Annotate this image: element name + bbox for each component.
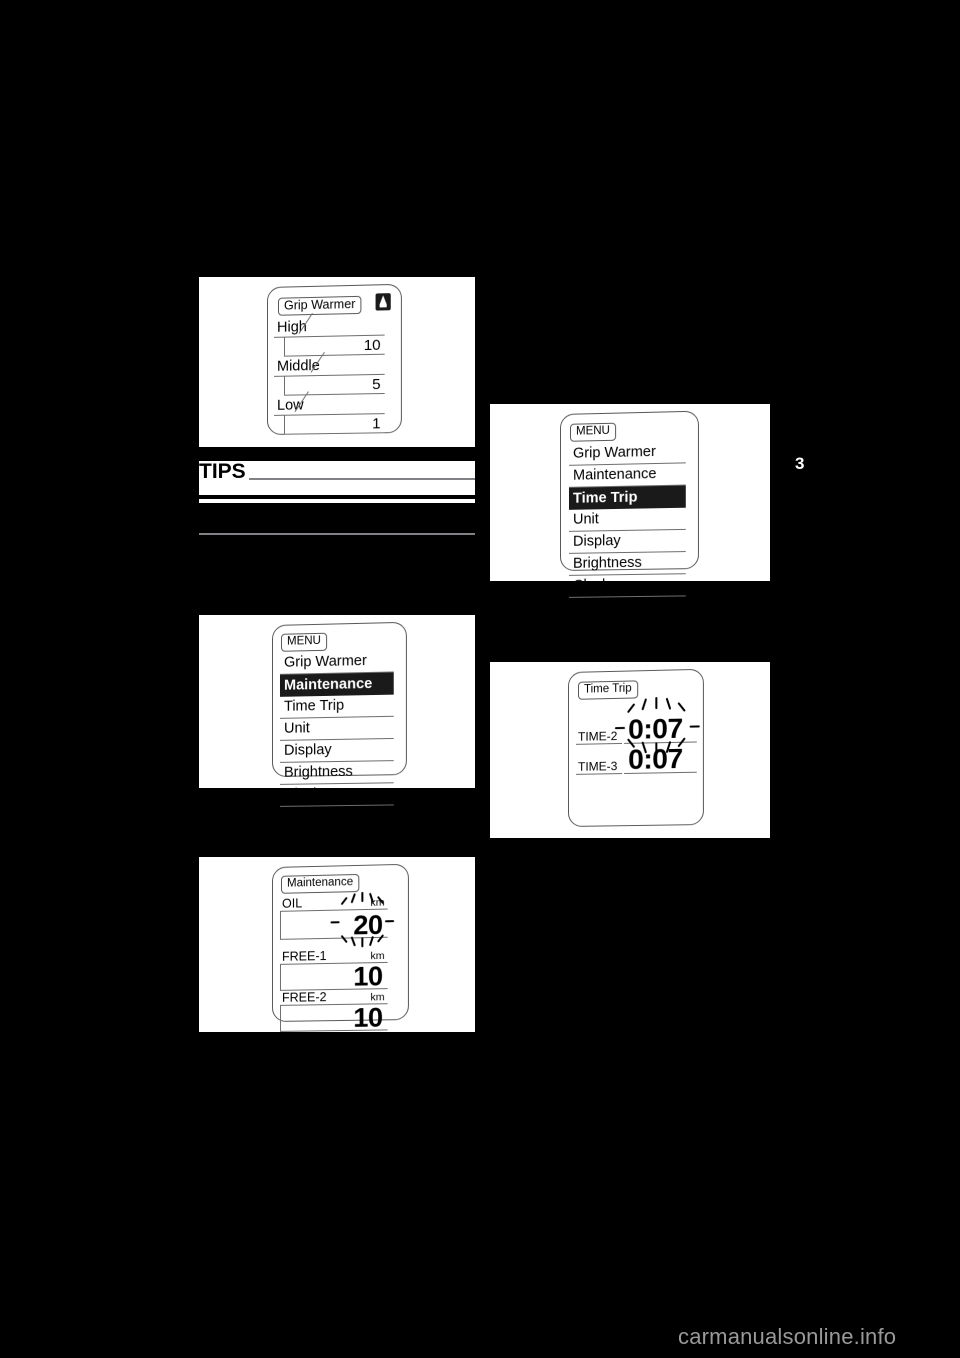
menu-item-label: Time Trip: [283, 697, 345, 715]
menu-item-label: Maintenance: [572, 465, 657, 484]
maintenance-row-free1-label: FREE-1: [281, 948, 327, 964]
grip-warmer-heat-icon: [375, 293, 391, 311]
maintenance-screen: Maintenance OIL km 20 FREE-1 km 10 FREE-…: [272, 863, 409, 1033]
tips-body-redaction: [199, 503, 475, 541]
figure-time-trip-plate: Time Trip TIME-2 0:07 TIME-3 0:07: [490, 662, 770, 838]
maintenance-row-oil-value: 20: [353, 909, 383, 941]
menu-item-time-trip[interactable]: Time Trip: [279, 694, 394, 719]
time-trip-row-time2-label: TIME-2: [577, 728, 618, 744]
maintenance-row-free2-value-box: 10: [279, 1002, 388, 1033]
grip-warmer-row-middle-value: 5: [372, 375, 381, 394]
menu-maintenance-title-chip: MENU: [280, 632, 327, 652]
menu-time-trip-title-chip: MENU: [569, 422, 616, 442]
time-trip-row-time3-value: 0:07: [628, 742, 683, 775]
grip-warmer-slash-high: [312, 313, 334, 330]
menu-item-label: Grip Warmer: [572, 443, 656, 462]
menu-item-clock[interactable]: Clock: [279, 783, 394, 807]
grip-warmer-row-high-value: 10: [363, 336, 381, 355]
menu-item-label: Grip Warmer: [283, 652, 367, 671]
tips-block: TIPS: [199, 461, 475, 553]
figure-menu-maintenance-plate: MENU Grip Warmer Maintenance Time Trip U…: [199, 615, 475, 807]
site-watermark: carmanualsonline.info: [678, 1324, 897, 1349]
maintenance-title-chip: Maintenance: [280, 873, 360, 894]
menu-item-label: Clock: [283, 786, 321, 803]
menu-item-maintenance[interactable]: Maintenance: [568, 463, 686, 488]
menu-item-label: Display: [572, 532, 621, 550]
grip-warmer-row-middle-value-box: 5: [283, 374, 385, 396]
menu-item-label: Maintenance: [283, 675, 373, 694]
maintenance-row-oil-value-box: 20: [279, 909, 388, 941]
menu-item-maintenance[interactable]: Maintenance: [279, 672, 394, 697]
figure-menu-time-trip-plate: MENU Grip Warmer Maintenance Time Trip U…: [490, 404, 770, 598]
menu-item-label: Time Trip: [572, 489, 638, 507]
menu-time-trip-list: Grip Warmer Maintenance Time Trip Unit D…: [568, 441, 686, 598]
menu-item-label: Clock: [572, 577, 610, 594]
time-trip-title-chip: Time Trip: [577, 680, 638, 700]
maintenance-row-oil-unit: km: [370, 896, 385, 909]
menu-maintenance-list: Grip Warmer Maintenance Time Trip Unit D…: [279, 650, 394, 807]
tips-closing-rule: [199, 533, 475, 535]
menu-item-label: Unit: [572, 511, 599, 528]
menu-item-grip-warmer[interactable]: Grip Warmer: [568, 441, 686, 466]
time-trip-row-time3-value-box: 0:07: [624, 742, 697, 775]
menu-item-display[interactable]: Display: [279, 738, 394, 763]
menu-item-display[interactable]: Display: [568, 529, 686, 554]
menu-item-label: Brightness: [572, 554, 642, 572]
menu-item-label: Brightness: [283, 763, 353, 781]
grip-warmer-row-low-value: 1: [372, 415, 381, 433]
menu-item-unit[interactable]: Unit: [279, 716, 394, 741]
figure-grip-warmer-plate: Grip Warmer High 10 Middle 5 Low 1: [199, 277, 475, 447]
time-trip-screen: Time Trip TIME-2 0:07 TIME-3 0:07: [568, 668, 704, 827]
grip-warmer-row-low-value-box: 1: [283, 414, 385, 435]
maintenance-row-free2-value: 10: [353, 1002, 383, 1033]
heat-glyph: [379, 295, 387, 308]
menu-item-unit[interactable]: Unit: [568, 507, 686, 532]
time-trip-row-time3-label-box: TIME-3: [575, 753, 623, 775]
menu-item-brightness[interactable]: Brightness: [568, 552, 686, 576]
tips-bottom-fill: [199, 538, 475, 553]
time-trip-row-time2-value: 0:07: [628, 712, 683, 745]
menu-item-time-trip[interactable]: Time Trip: [568, 485, 686, 510]
time-trip-row-time2-label-box: TIME-2: [575, 723, 623, 745]
chapter-number-tab: 3: [795, 454, 805, 473]
menu-item-brightness[interactable]: Brightness: [279, 761, 394, 785]
tips-body-redaction-top: [199, 495, 475, 499]
tips-heading-label: TIPS: [199, 461, 249, 482]
menu-item-label: Unit: [283, 720, 310, 737]
maintenance-row-free2-label: FREE-2: [281, 990, 327, 1005]
menu-item-clock[interactable]: Clock: [568, 574, 686, 598]
time-trip-row-time2-value-box: 0:07: [624, 712, 697, 745]
figure-maintenance-plate: Maintenance OIL km 20 FREE-1 km 10 FREE-…: [199, 857, 475, 1033]
menu-item-label: Display: [283, 742, 332, 759]
maintenance-row-oil-label: OIL: [281, 896, 303, 911]
time-trip-row-time3-label: TIME-3: [577, 759, 618, 774]
grip-warmer-screen: Grip Warmer High 10 Middle 5 Low 1: [267, 283, 402, 435]
menu-maintenance-screen: MENU Grip Warmer Maintenance Time Trip U…: [272, 621, 407, 807]
grip-warmer-slash-low: [308, 391, 330, 407]
menu-item-grip-warmer[interactable]: Grip Warmer: [279, 650, 394, 675]
grip-warmer-slash-middle: [324, 351, 346, 367]
tips-heading-row: TIPS: [199, 461, 475, 483]
menu-time-trip-screen: MENU Grip Warmer Maintenance Time Trip U…: [560, 410, 699, 598]
